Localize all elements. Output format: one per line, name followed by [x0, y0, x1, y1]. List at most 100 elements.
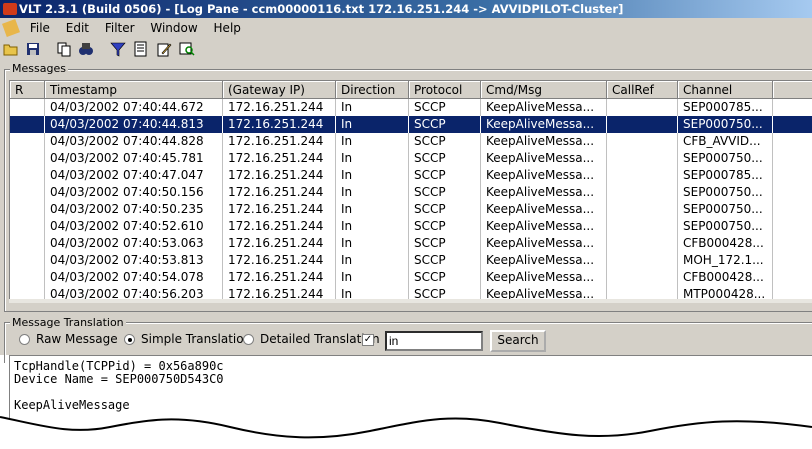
find-icon[interactable]	[78, 41, 94, 57]
table-cell: 04/03/2002 07:40:56.203	[45, 286, 223, 299]
window-title: VLT 2.3.1 (Build 0506) - [Log Pane - ccm…	[19, 2, 624, 16]
table-cell: KeepAliveMessa...	[481, 235, 607, 252]
filter-checkbox[interactable]: ✓	[362, 334, 374, 346]
radio-raw-message-label: Raw Message	[36, 332, 118, 346]
table-cell: 04/03/2002 07:40:52.610	[45, 218, 223, 235]
table-row[interactable]: 04/03/2002 07:40:56.203 172.16.251.244 In S…	[10, 286, 812, 299]
table-cell: KeepAliveMessa...	[481, 116, 607, 133]
search-window-icon[interactable]	[179, 41, 195, 57]
table-cell: KeepAliveMessa...	[481, 286, 607, 299]
table-cell: MOH_172.1...	[678, 252, 773, 269]
table-cell: KeepAliveMessa...	[481, 99, 607, 116]
column-header-cmd-msg[interactable]: Cmd/Msg	[481, 81, 607, 99]
table-row[interactable]: 04/03/2002 07:40:53.063 172.16.251.244 In S…	[10, 235, 812, 252]
torn-edge-decoration	[0, 416, 812, 449]
table-cell	[607, 167, 678, 184]
column-header-channel[interactable]: Channel	[678, 81, 773, 99]
report-icon[interactable]	[133, 41, 149, 57]
table-cell: KeepAliveMessa...	[481, 167, 607, 184]
menu-file[interactable]: File	[24, 18, 56, 38]
table-cell: SEP000750...	[678, 184, 773, 201]
table-cell: 04/03/2002 07:40:53.063	[45, 235, 223, 252]
table-cell	[10, 184, 45, 201]
table-cell: 04/03/2002 07:40:44.672	[45, 99, 223, 116]
menu-window-label: Window	[150, 21, 198, 35]
column-header-gateway-ip[interactable]: (Gateway IP)	[223, 81, 336, 99]
column-header-direction[interactable]: Direction	[336, 81, 409, 99]
table-cell: SEP000750...	[678, 150, 773, 167]
column-header-callref[interactable]: CallRef	[607, 81, 678, 99]
menu-help[interactable]: Help	[208, 18, 247, 38]
table-cell: 04/03/2002 07:40:50.235	[45, 201, 223, 218]
output-line: Device Name = SEP000750D543C0	[14, 372, 224, 386]
translation-group-label: Message Translation	[10, 316, 126, 329]
messages-group-label: Messages	[10, 62, 68, 75]
table-row[interactable]: 04/03/2002 07:40:44.813 172.16.251.244 In S…	[10, 116, 812, 133]
document-icon[interactable]	[2, 19, 20, 37]
table-cell: 172.16.251.244	[223, 99, 336, 116]
menu-filter[interactable]: Filter	[99, 18, 141, 38]
table-cell: In	[336, 286, 409, 299]
table-cell: 172.16.251.244	[223, 252, 336, 269]
table-cell: 172.16.251.244	[223, 286, 336, 299]
table-cell: SCCP	[409, 133, 481, 150]
table-row[interactable]: 04/03/2002 07:40:52.610 172.16.251.244 In S…	[10, 218, 812, 235]
table-cell	[10, 286, 45, 299]
table-cell: 172.16.251.244	[223, 269, 336, 286]
search-button[interactable]: Search	[490, 330, 546, 352]
table-cell	[10, 133, 45, 150]
filter-icon[interactable]	[110, 41, 126, 57]
table-cell: CFB000428...	[678, 235, 773, 252]
table-cell: 172.16.251.244	[223, 116, 336, 133]
table-cell	[10, 269, 45, 286]
messages-table[interactable]: R Timestamp (Gateway IP) Direction Proto…	[9, 80, 812, 300]
table-row[interactable]: 04/03/2002 07:40:44.672 172.16.251.244 In S…	[10, 99, 812, 116]
copy-icon[interactable]	[56, 41, 72, 57]
menu-help-label: Help	[213, 21, 241, 35]
table-cell	[10, 252, 45, 269]
table-cell: SEP000750...	[678, 201, 773, 218]
menu-bar: File Edit Filter Window Help	[0, 18, 812, 38]
menu-edit[interactable]: Edit	[60, 18, 95, 38]
table-cell: SCCP	[409, 99, 481, 116]
table-cell: KeepAliveMessa...	[481, 150, 607, 167]
table-cell: SEP000750...	[678, 116, 773, 133]
save-icon[interactable]	[25, 41, 41, 57]
radio-simple-translation-label: Simple Translation	[141, 332, 252, 346]
table-cell	[607, 218, 678, 235]
radio-raw-message[interactable]	[19, 334, 30, 345]
table-cell	[10, 235, 45, 252]
table-cell	[607, 269, 678, 286]
column-header-protocol[interactable]: Protocol	[409, 81, 481, 99]
table-cell: In	[336, 99, 409, 116]
table-row[interactable]: 04/03/2002 07:40:45.781 172.16.251.244 In S…	[10, 150, 812, 167]
search-input[interactable]	[385, 331, 483, 351]
menu-edit-label: Edit	[65, 21, 89, 35]
open-icon[interactable]	[3, 41, 19, 57]
table-cell: KeepAliveMessa...	[481, 201, 607, 218]
table-cell: 172.16.251.244	[223, 150, 336, 167]
table-cell: 04/03/2002 07:40:53.813	[45, 252, 223, 269]
horizontal-scrollbar[interactable]	[9, 299, 812, 303]
table-cell: MTP000428...	[678, 286, 773, 299]
table-cell: 172.16.251.244	[223, 218, 336, 235]
table-cell	[10, 167, 45, 184]
column-header-timestamp[interactable]: Timestamp	[45, 81, 223, 99]
radio-simple-translation[interactable]	[124, 334, 135, 345]
table-row[interactable]: 04/03/2002 07:40:50.235 172.16.251.244 In S…	[10, 201, 812, 218]
table-cell	[607, 252, 678, 269]
table-cell: In	[336, 167, 409, 184]
table-row[interactable]: 04/03/2002 07:40:44.828 172.16.251.244 In S…	[10, 133, 812, 150]
edit-icon[interactable]	[156, 41, 172, 57]
column-header-r[interactable]: R	[10, 81, 45, 99]
table-row[interactable]: 04/03/2002 07:40:53.813 172.16.251.244 In S…	[10, 252, 812, 269]
table-row[interactable]: 04/03/2002 07:40:50.156 172.16.251.244 In S…	[10, 184, 812, 201]
table-row[interactable]: 04/03/2002 07:40:54.078 172.16.251.244 In S…	[10, 269, 812, 286]
radio-detailed-translation[interactable]	[243, 334, 254, 345]
table-cell: In	[336, 116, 409, 133]
table-cell: 04/03/2002 07:40:45.781	[45, 150, 223, 167]
table-row[interactable]: 04/03/2002 07:40:47.047 172.16.251.244 In S…	[10, 167, 812, 184]
menu-window[interactable]: Window	[144, 18, 203, 38]
table-cell	[607, 184, 678, 201]
